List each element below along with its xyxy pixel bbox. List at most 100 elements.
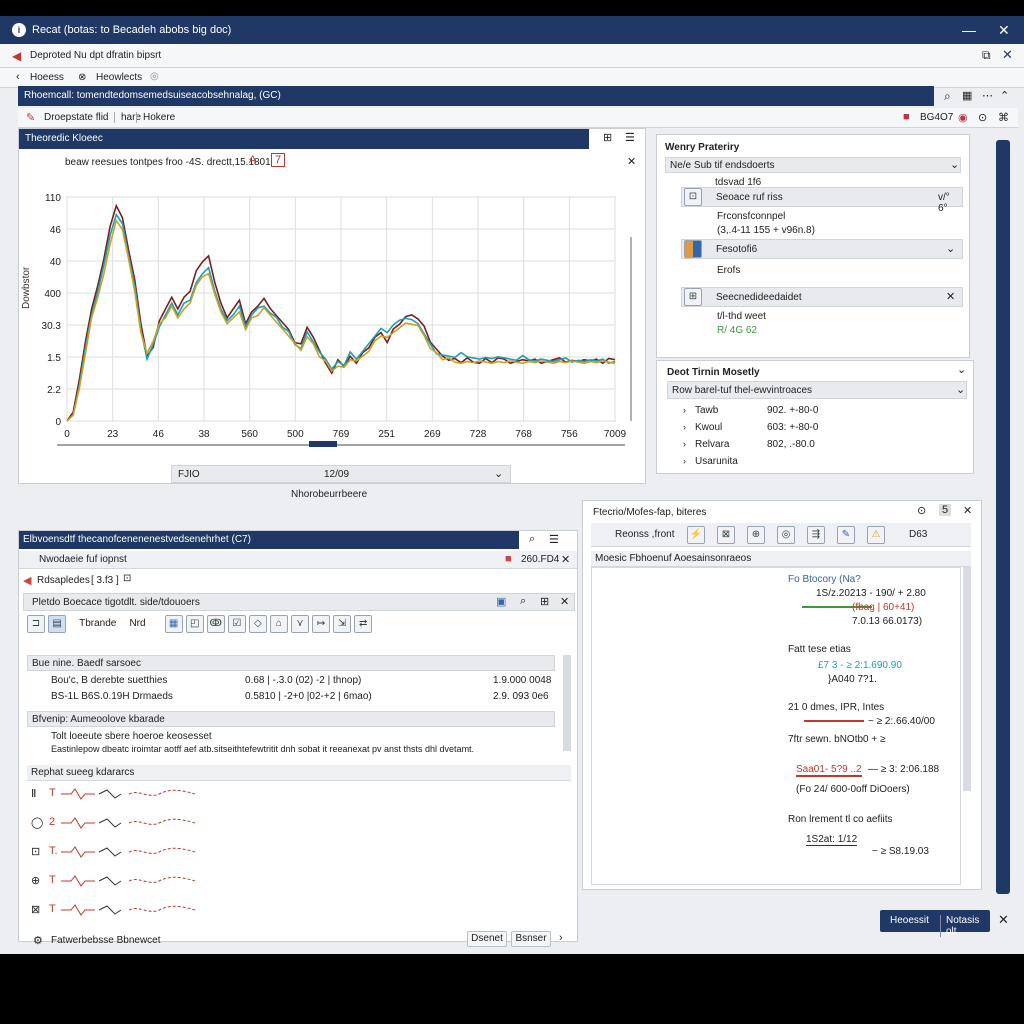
tool-shape-icon[interactable]: ◇ <box>248 615 267 633</box>
cursor-box-icon[interactable]: 7 <box>271 153 286 167</box>
formula3-heading: 21 0 dmes, IPR, Intes <box>788 702 885 713</box>
group2-header[interactable]: Bfvenip: Aumeoolove kbarade <box>27 711 555 727</box>
scrollbar[interactable] <box>963 567 971 791</box>
chart-panel-title: Theoredic Kloeec <box>25 133 103 144</box>
x-tick-label: 46 <box>153 429 165 440</box>
marker-icon[interactable]: A <box>249 154 256 166</box>
split-icon[interactable]: ⊠ <box>717 526 735 544</box>
tool-chart-icon[interactable]: ◰ <box>185 615 204 633</box>
chevron-left-icon[interactable]: ‹ <box>16 71 20 83</box>
footer-button-a[interactable]: Heoessit <box>890 915 929 926</box>
search-icon[interactable]: ⌕ <box>944 89 951 104</box>
share-icon[interactable]: ⇶ <box>807 526 825 544</box>
formula5-a: 1S2at: 1/12 <box>806 834 858 846</box>
footer-close-icon[interactable]: ✕ <box>998 912 1009 928</box>
panel-menu-icon[interactable]: ☰ <box>549 533 559 546</box>
close-button[interactable]: ✕ <box>998 22 1010 39</box>
warning-icon[interactable]: ⚠ <box>867 526 885 544</box>
list-item[interactable]: ⊡ T. <box>31 843 231 863</box>
component-icon: ⊡ <box>684 188 702 206</box>
close-icon[interactable]: ✕ <box>560 595 569 608</box>
property-card-2[interactable]: Fesotofi6 ⌄ <box>681 239 963 259</box>
footer-button-b[interactable]: Notasis olt <box>940 915 990 937</box>
range-dropdown[interactable]: FJIO 12/09 ⌄ <box>171 465 511 483</box>
list-item[interactable]: ◯ 2 <box>31 814 231 834</box>
chart-close-icon[interactable]: ✕ <box>627 155 636 168</box>
chevron-right-icon[interactable]: › <box>559 932 563 944</box>
rule-icon: ⊡ <box>31 846 41 858</box>
list-item[interactable]: Ⅱ T <box>31 785 231 805</box>
minimize-button[interactable]: — <box>962 22 976 38</box>
refresh-icon[interactable]: ◎ <box>150 71 159 82</box>
toolbar-label-a[interactable]: Tbrande <box>79 618 116 629</box>
timing-label: Usarunita <box>695 456 738 467</box>
property-card-3[interactable]: ⊞ Seecnedideedaidet ✕ <box>681 287 963 307</box>
search-icon[interactable]: ⌕ <box>520 595 526 608</box>
rules-btn-1[interactable]: Dsenet <box>467 931 507 947</box>
tab-third[interactable]: Hokere <box>136 112 175 123</box>
card3-close-icon[interactable]: ✕ <box>946 290 955 303</box>
globe-icon[interactable]: ⊕ <box>747 526 765 544</box>
results-section: Moesic Fbhoenuf Aoesainsonraeos <box>591 551 971 567</box>
tool-table-icon[interactable]: ▤ <box>48 615 67 633</box>
rules-toolbar: ⊐ ▤ Tbrande Nrd ▦ ◰ ↂ ☑ ◇ ⌂ ⋎ ↦ ⇲ ⇄ <box>27 615 571 637</box>
formula5-b: − ≥ S8.19.03 <box>872 846 929 857</box>
tool-filter-icon[interactable]: ⋎ <box>291 615 309 633</box>
x-tick-label: 7009 <box>604 429 627 440</box>
target-icon[interactable]: ◎ <box>777 526 795 544</box>
color-icon <box>684 240 702 258</box>
formula3-b: 7ftr sewn. bNOtb0 + ≥ <box>788 734 886 745</box>
more-icon[interactable]: ⋯ <box>982 89 993 102</box>
pen-icon[interactable]: ✎ <box>837 526 855 544</box>
formula4-a: Saa01- 5?9 ..2 <box>796 764 862 777</box>
close-icon[interactable]: ✕ <box>561 553 570 566</box>
property-card-1[interactable]: ⊡ Seoace ruf riss v/° 6° <box>681 187 963 214</box>
panel-settings-icon[interactable]: ⊞ <box>603 131 612 144</box>
tool-check-icon[interactable]: ☑ <box>227 615 246 633</box>
list-item[interactable]: ⊠ T <box>31 901 231 921</box>
ribbon-close-icon[interactable]: ✕ <box>1002 47 1013 63</box>
lock-icon[interactable]: ⊙ <box>978 111 987 124</box>
search-icon[interactable]: ⌕ <box>529 533 535 546</box>
scrollbar[interactable] <box>563 655 571 751</box>
tool-home-icon[interactable]: ⌂ <box>269 615 288 633</box>
panel-icon[interactable]: ▣ <box>496 595 506 608</box>
group3-header[interactable]: Rephat sueeg kdararcs <box>27 765 571 781</box>
tool-export-icon[interactable]: ⇲ <box>333 615 352 633</box>
chevron-down-icon[interactable]: ⌄ <box>957 363 966 376</box>
card2-line1: Erofs <box>717 265 741 276</box>
rules-btn-2[interactable]: Bsnser <box>511 931 551 947</box>
y-tick-label: 40 <box>50 257 62 268</box>
collapse-icon[interactable]: ⌃ <box>1000 89 1009 102</box>
tool-swap-icon[interactable]: ⇄ <box>354 615 373 633</box>
breadcrumb-home[interactable]: Hoeess <box>30 72 64 83</box>
tool-save-icon[interactable]: ▦ <box>164 615 183 633</box>
tool-arrow-icon[interactable]: ↦ <box>312 615 331 633</box>
record-icon[interactable]: ◉ <box>958 111 968 124</box>
tool-branch-icon[interactable]: ↂ <box>206 615 225 633</box>
rule-icon: ⊠ <box>31 904 41 916</box>
lock-icon[interactable]: ⊙ <box>917 504 926 517</box>
list-item[interactable]: ⊕ T <box>31 872 231 892</box>
rule-waveform <box>61 904 196 916</box>
back-arrow-icon[interactable]: ◀ <box>12 49 21 63</box>
number-icon[interactable]: 5 <box>939 504 952 516</box>
rule-icon: ⊕ <box>31 875 41 887</box>
close-icon[interactable]: ✕ <box>963 504 972 517</box>
tab-primary[interactable]: Droepstate flid <box>44 112 108 123</box>
restore-icon[interactable]: ⧉ <box>982 48 991 63</box>
main-scrollbar[interactable] <box>996 140 1010 894</box>
grid-icon[interactable]: ⊞ <box>540 595 549 608</box>
property-panel-title: Wenry Prateriry <box>665 142 740 153</box>
timing-dropdown[interactable]: Row barel-tuf thel-ewvintroaces ⌄ <box>667 381 967 399</box>
toolbar-label-b[interactable]: Nrd <box>129 618 145 629</box>
property-dropdown[interactable]: Ne/e Sub tif endsdoerts ⌄ <box>665 157 961 173</box>
group1-header[interactable]: Bue nine. Baedf sarsoec <box>27 655 555 671</box>
panel-menu-icon[interactable]: ☰ <box>625 131 635 144</box>
tool-frame-icon[interactable]: ⊐ <box>27 615 45 633</box>
bolt-icon[interactable]: ⚡ <box>687 526 705 544</box>
grid-icon[interactable]: ▦ <box>962 89 972 102</box>
image-icon[interactable]: ⊡ <box>123 573 131 584</box>
link-icon[interactable]: ⌘ <box>998 111 1009 124</box>
breadcrumb-item[interactable]: Heowlects <box>96 72 142 83</box>
